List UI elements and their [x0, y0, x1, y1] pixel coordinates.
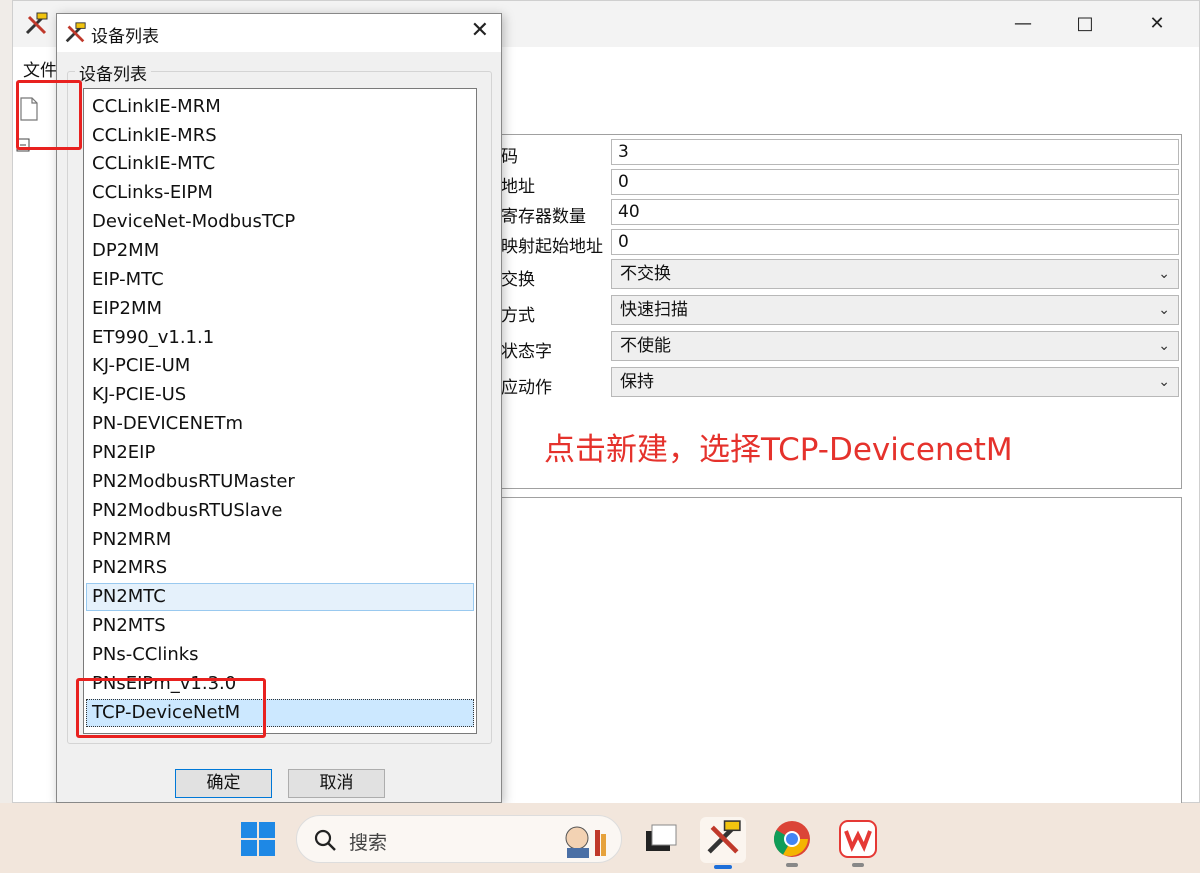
app-tools-taskbar-icon[interactable]: [700, 817, 746, 869]
list-item[interactable]: EIP-MTC: [86, 266, 474, 294]
search-icon: [313, 828, 337, 856]
list-item[interactable]: DP2MM: [86, 237, 474, 265]
prop-label: 码: [501, 147, 518, 167]
prop-input[interactable]: 0: [611, 229, 1179, 255]
highlight-box: [76, 678, 266, 738]
task-view-icon[interactable]: [638, 817, 682, 861]
active-indicator: [714, 865, 732, 869]
prop-label: 地址: [501, 177, 535, 197]
close-button[interactable]: ✕: [1137, 9, 1177, 39]
prop-select[interactable]: 不交换 ⌄: [611, 259, 1179, 289]
list-item[interactable]: PN2MRM: [86, 526, 474, 554]
list-item[interactable]: EIP2MM: [86, 295, 474, 323]
prop-select[interactable]: 快速扫描 ⌄: [611, 295, 1179, 325]
prop-label: 方式: [501, 306, 535, 326]
search-highlight-icon: [559, 822, 611, 862]
maximize-button[interactable]: □: [1065, 9, 1105, 39]
wps-icon[interactable]: [836, 817, 880, 867]
menu-file[interactable]: 文件: [23, 56, 57, 81]
search-placeholder: 搜索: [349, 832, 388, 854]
group-label: 设备列表: [75, 60, 151, 85]
list-item-hover[interactable]: PN2MTC: [86, 583, 474, 611]
prop-input[interactable]: 3: [611, 139, 1179, 165]
prop-select-value: 不使能: [620, 336, 671, 356]
prop-select-value: 不交换: [620, 264, 671, 284]
chevron-down-icon: ⌄: [1158, 266, 1170, 282]
prop-select[interactable]: 不使能 ⌄: [611, 331, 1179, 361]
list-item[interactable]: KJ-PCIE-UM: [86, 352, 474, 380]
prop-input[interactable]: 0: [611, 169, 1179, 195]
list-item[interactable]: PNs-CClinks: [86, 641, 474, 669]
chevron-down-icon: ⌄: [1158, 374, 1170, 390]
list-item[interactable]: CCLinkIE-MTC: [86, 150, 474, 178]
list-item[interactable]: PN2MRS: [86, 554, 474, 582]
list-item[interactable]: PN2ModbusRTUMaster: [86, 468, 474, 496]
running-indicator: [852, 863, 864, 867]
highlight-box: [16, 80, 82, 150]
app-tools-icon: [23, 11, 49, 41]
list-item[interactable]: ET990_v1.1.1: [86, 324, 474, 352]
close-icon[interactable]: ✕: [471, 18, 489, 43]
list-item[interactable]: CCLinkIE-MRS: [86, 122, 474, 150]
prop-label: 交换: [501, 270, 535, 290]
list-item[interactable]: PN2MTS: [86, 612, 474, 640]
chrome-icon[interactable]: [770, 817, 814, 867]
cancel-button[interactable]: 取消: [288, 769, 385, 798]
dialog-title: 设备列表: [91, 27, 159, 47]
prop-input[interactable]: 40: [611, 199, 1179, 225]
windows-start-icon[interactable]: [240, 821, 276, 857]
annotation-text: 点击新建，选择TCP-DevicenetM: [544, 432, 1013, 468]
prop-label: 映射起始地址: [501, 237, 603, 257]
dialog-titlebar: 设备列表 ✕: [57, 14, 501, 52]
taskbar-search[interactable]: 搜索: [296, 815, 622, 863]
list-item[interactable]: DeviceNet-ModbusTCP: [86, 208, 474, 236]
list-item[interactable]: PN-DEVICENETm: [86, 410, 474, 438]
minimize-button[interactable]: —: [1003, 9, 1043, 39]
prop-select-value: 保持: [620, 372, 654, 392]
running-indicator: [786, 863, 798, 867]
app-tools-icon: [63, 21, 87, 49]
list-item[interactable]: PN2EIP: [86, 439, 474, 467]
list-item[interactable]: CCLinkIE-MRM: [86, 93, 474, 121]
device-listbox[interactable]: CCLinkIE-MRM CCLinkIE-MRS CCLinkIE-MTC C…: [83, 88, 477, 734]
lower-panel: [486, 497, 1182, 807]
chevron-down-icon: ⌄: [1158, 338, 1170, 354]
prop-label: 应动作: [501, 378, 552, 398]
taskbar: 搜索: [0, 803, 1200, 873]
list-item[interactable]: PN2ModbusRTUSlave: [86, 497, 474, 525]
list-item[interactable]: CCLinks-EIPM: [86, 179, 474, 207]
prop-label: 状态字: [501, 342, 552, 362]
prop-label: 寄存器数量: [501, 207, 586, 227]
list-item[interactable]: KJ-PCIE-US: [86, 381, 474, 409]
ok-button[interactable]: 确定: [175, 769, 272, 798]
prop-select[interactable]: 保持 ⌄: [611, 367, 1179, 397]
prop-select-value: 快速扫描: [620, 300, 688, 320]
chevron-down-icon: ⌄: [1158, 302, 1170, 318]
